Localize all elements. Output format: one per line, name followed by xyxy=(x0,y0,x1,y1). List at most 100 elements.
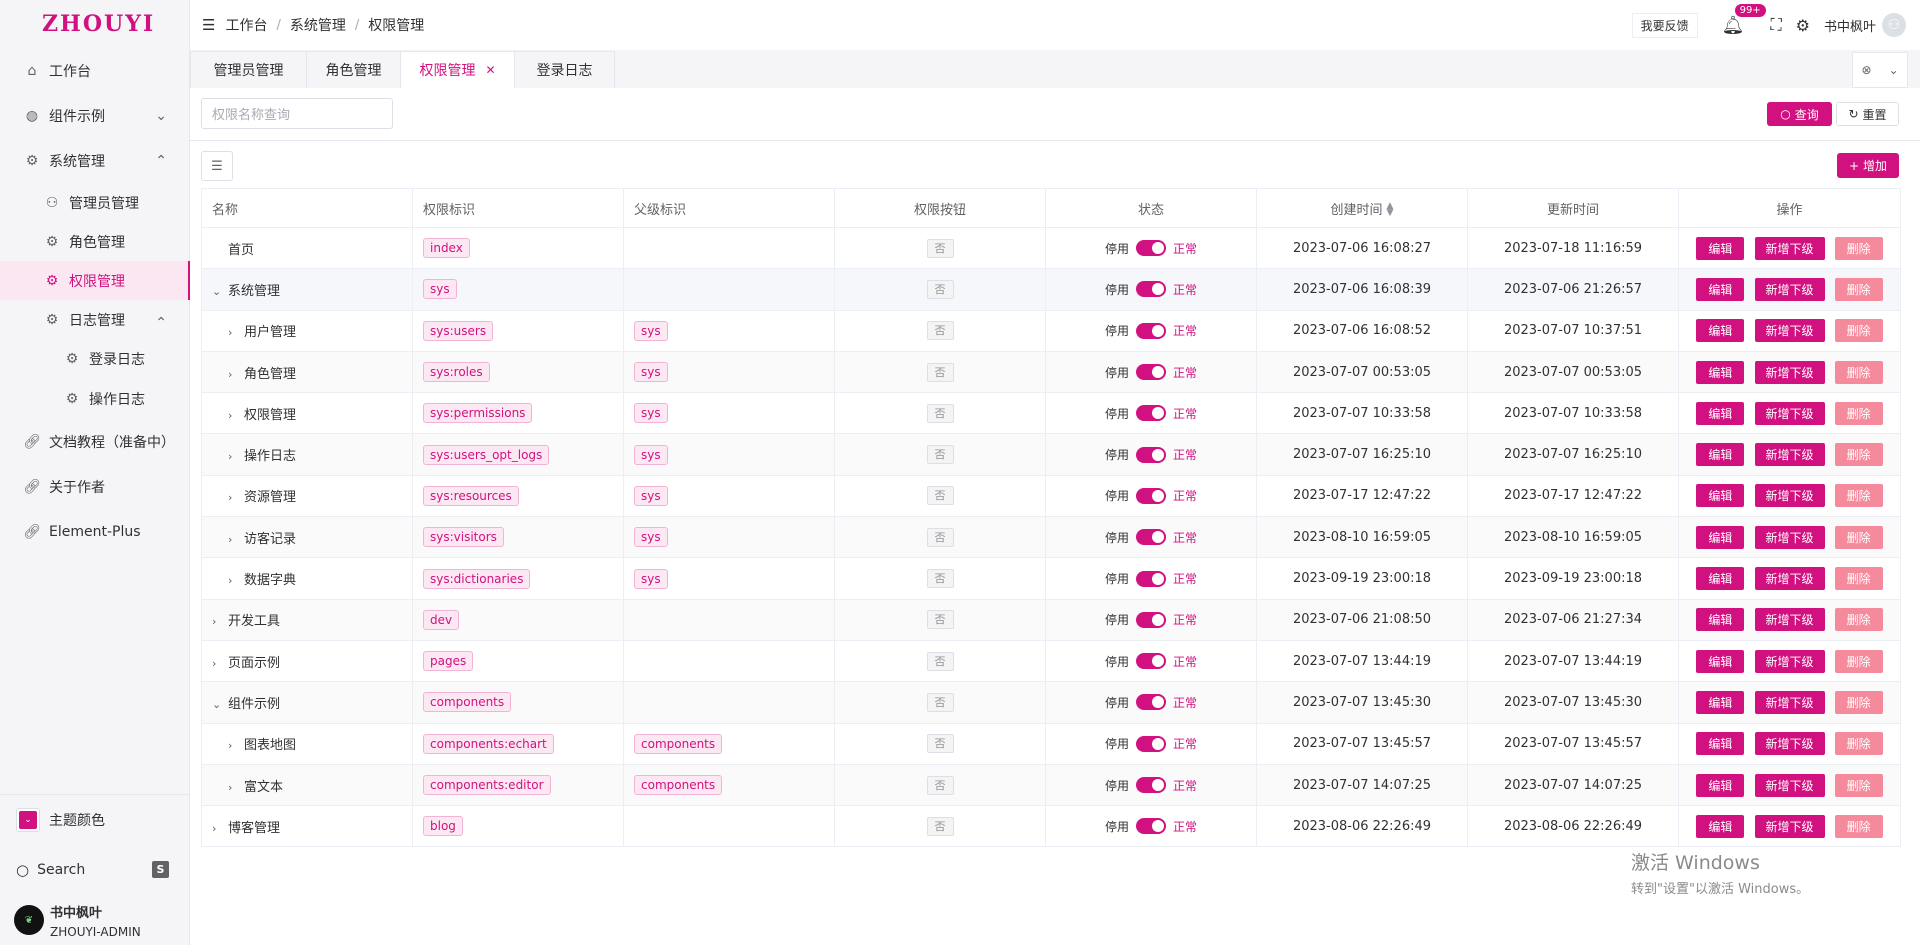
status-switch[interactable] xyxy=(1136,777,1166,793)
edit-button[interactable]: 编辑 xyxy=(1696,443,1745,467)
add-child-button[interactable]: 新增下级 xyxy=(1754,773,1825,797)
expand-icon[interactable]: › xyxy=(228,739,240,752)
feedback-button[interactable]: 我要反馈 xyxy=(1631,12,1698,38)
add-child-button[interactable]: 新增下级 xyxy=(1754,525,1825,549)
delete-button[interactable]: 删除 xyxy=(1834,690,1883,714)
tab-login-logs[interactable]: 登录日志 xyxy=(514,51,615,88)
expand-icon[interactable]: › xyxy=(228,491,240,504)
sidebar-user[interactable]: ❦ 书中枫叶 ZHOUYI-ADMIN xyxy=(0,895,189,945)
chevron-down-icon[interactable]: ⌄ xyxy=(1888,63,1898,77)
expand-icon[interactable]: › xyxy=(212,657,224,670)
delete-button[interactable]: 删除 xyxy=(1834,608,1883,632)
status-switch[interactable] xyxy=(1136,529,1166,546)
query-button[interactable]: ○ 查询 xyxy=(1767,102,1832,126)
expand-icon[interactable]: › xyxy=(212,822,224,835)
expand-icon[interactable]: › xyxy=(212,615,224,628)
delete-button[interactable]: 删除 xyxy=(1834,360,1883,384)
sort-icon[interactable]: ▲ ▼ xyxy=(1387,202,1394,218)
breadcrumb-item[interactable]: 系统管理 xyxy=(290,15,346,35)
edit-button[interactable]: 编辑 xyxy=(1696,814,1745,838)
sidebar-item-login-logs[interactable]: ⚙ 登录日志 xyxy=(0,339,189,379)
breadcrumb-item[interactable]: 工作台 xyxy=(225,15,267,35)
delete-button[interactable]: 删除 xyxy=(1834,236,1883,260)
expand-icon[interactable]: › xyxy=(228,368,240,381)
theme-swatch[interactable]: ⌄ xyxy=(16,808,40,832)
add-child-button[interactable]: 新增下级 xyxy=(1754,608,1825,632)
add-child-button[interactable]: 新增下级 xyxy=(1754,401,1825,425)
add-child-button[interactable]: 新增下级 xyxy=(1754,649,1825,673)
edit-button[interactable]: 编辑 xyxy=(1696,484,1745,508)
delete-button[interactable]: 删除 xyxy=(1834,525,1883,549)
status-switch[interactable] xyxy=(1136,653,1166,670)
edit-button[interactable]: 编辑 xyxy=(1696,732,1745,756)
edit-button[interactable]: 编辑 xyxy=(1696,567,1745,591)
gear-icon[interactable]: ⚙ xyxy=(1796,16,1810,35)
tab-admins[interactable]: 管理员管理 xyxy=(190,51,307,88)
add-child-button[interactable]: 新增下级 xyxy=(1754,319,1825,343)
expand-icon[interactable]: › xyxy=(228,450,240,463)
sidebar-item-about[interactable]: 🔗︎ 关于作者 xyxy=(0,464,189,509)
expand-icon[interactable]: › xyxy=(228,326,240,339)
close-icon[interactable]: ✕ xyxy=(485,63,495,77)
edit-button[interactable]: 编辑 xyxy=(1696,649,1745,673)
status-switch[interactable] xyxy=(1136,735,1166,752)
status-switch[interactable] xyxy=(1136,364,1166,381)
menu-toggle-icon[interactable]: ☰ xyxy=(202,16,215,34)
app-logo[interactable]: ZHOUYI xyxy=(0,0,189,48)
permission-name-search-input[interactable]: 权限名称查询 xyxy=(201,98,393,129)
avatar[interactable]: ⚇ xyxy=(1882,13,1906,37)
sidebar-item-permissions[interactable]: ⚙ 权限管理 xyxy=(0,261,190,300)
column-settings-button[interactable]: ☰ xyxy=(201,151,233,181)
sidebar-item-system[interactable]: ⚙ 系统管理 ⌃ xyxy=(0,138,189,183)
expand-icon[interactable]: › xyxy=(228,533,240,546)
add-child-button[interactable]: 新增下级 xyxy=(1754,732,1825,756)
delete-button[interactable]: 删除 xyxy=(1834,319,1883,343)
sidebar-item-docs[interactable]: 🔗︎ 文档教程（准备中） xyxy=(0,419,189,464)
status-switch[interactable] xyxy=(1136,818,1166,835)
sidebar-item-dashboard[interactable]: ⌂ 工作台 xyxy=(0,48,189,93)
status-switch[interactable] xyxy=(1136,487,1166,504)
fullscreen-icon[interactable]: ⛶ xyxy=(1770,15,1781,35)
delete-button[interactable]: 删除 xyxy=(1834,649,1883,673)
status-switch[interactable] xyxy=(1136,281,1166,298)
delete-button[interactable]: 删除 xyxy=(1834,277,1883,301)
add-child-button[interactable]: 新增下级 xyxy=(1754,277,1825,301)
sidebar-item-components[interactable]: ◍ 组件示例 ⌄ xyxy=(0,93,189,138)
edit-button[interactable]: 编辑 xyxy=(1696,525,1745,549)
edit-button[interactable]: 编辑 xyxy=(1696,360,1745,384)
edit-button[interactable]: 编辑 xyxy=(1696,236,1745,260)
expand-icon[interactable]: › xyxy=(228,574,240,587)
expand-icon[interactable]: › xyxy=(228,781,240,794)
delete-button[interactable]: 删除 xyxy=(1834,567,1883,591)
edit-button[interactable]: 编辑 xyxy=(1696,690,1745,714)
header-user-name[interactable]: 书中枫叶 xyxy=(1824,16,1876,35)
status-switch[interactable] xyxy=(1136,405,1166,422)
bell-icon[interactable]: 🔔︎ 99+ xyxy=(1722,2,1767,36)
add-child-button[interactable]: 新增下级 xyxy=(1754,360,1825,384)
tab-permissions[interactable]: 权限管理 ✕ xyxy=(400,51,515,88)
add-child-button[interactable]: 新增下级 xyxy=(1754,484,1825,508)
reset-button[interactable]: ↻ 重置 xyxy=(1836,102,1899,126)
expand-icon[interactable]: ⌄ xyxy=(212,698,224,711)
status-switch[interactable] xyxy=(1136,322,1166,339)
delete-button[interactable]: 删除 xyxy=(1834,443,1883,467)
edit-button[interactable]: 编辑 xyxy=(1696,608,1745,632)
delete-button[interactable]: 删除 xyxy=(1834,484,1883,508)
sidebar-search[interactable]: ○ Search S xyxy=(0,845,189,895)
edit-button[interactable]: 编辑 xyxy=(1696,319,1745,343)
status-switch[interactable] xyxy=(1136,611,1166,628)
delete-button[interactable]: 删除 xyxy=(1834,401,1883,425)
sidebar-item-logs[interactable]: ⚙ 日志管理 ⌃ xyxy=(0,300,189,339)
status-switch[interactable] xyxy=(1136,240,1166,257)
edit-button[interactable]: 编辑 xyxy=(1696,773,1745,797)
sidebar-item-admins[interactable]: ⚇ 管理员管理 xyxy=(0,183,189,222)
edit-button[interactable]: 编辑 xyxy=(1696,401,1745,425)
status-switch[interactable] xyxy=(1136,446,1166,463)
tab-roles[interactable]: 角色管理 xyxy=(306,51,401,88)
sidebar-item-element-plus[interactable]: 🔗︎ Element-Plus xyxy=(0,509,189,554)
sidebar-item-operation-logs[interactable]: ⚙ 操作日志 xyxy=(0,379,189,419)
sidebar-item-roles[interactable]: ⚙ 角色管理 xyxy=(0,222,189,261)
add-child-button[interactable]: 新增下级 xyxy=(1754,814,1825,838)
edit-button[interactable]: 编辑 xyxy=(1696,277,1745,301)
add-child-button[interactable]: 新增下级 xyxy=(1754,690,1825,714)
